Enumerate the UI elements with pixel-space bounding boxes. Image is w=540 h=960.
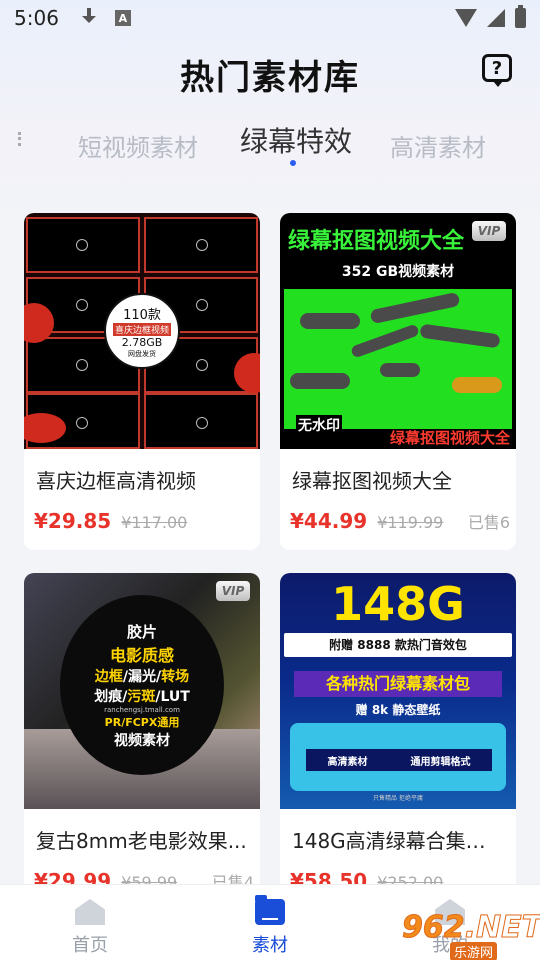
play-icon (196, 417, 208, 429)
signal-icon (487, 9, 505, 27)
product-thumbnail: 110款 喜庆边框视频 2.78GB 网盘发货 (24, 213, 260, 449)
thumb-footer: 绿幕抠图视频大全 (389, 429, 510, 447)
play-icon (196, 299, 208, 311)
card-title: 148G高清绿幕合集素... (292, 829, 504, 853)
thumb-footer: 只售精品 拒绝平庸 (373, 795, 423, 802)
product-thumbnail: 148G 附赠 8888 款热门音效包 各种热门绿幕素材包 赠 8k 静态壁纸 … (280, 573, 516, 809)
thumb-text: 各种热门绿幕素材包 (294, 671, 502, 697)
home-icon (75, 899, 105, 925)
nav-item-material[interactable]: 素材 (210, 885, 330, 960)
app-notification-icon: A (114, 10, 131, 26)
nav-label: 首页 (72, 935, 108, 956)
thumb-text: 电影质感 (109, 645, 174, 665)
price-row: ¥44.99 ¥119.99 已售6 (290, 509, 510, 533)
price: ¥44.99 (290, 509, 368, 533)
battery-icon (515, 5, 526, 28)
no-watermark-label: 无水印 (296, 415, 342, 435)
thumb-badge: 110款 喜庆边框视频 2.78GB 网盘发货 (104, 293, 180, 369)
thumb-text: 视频素材 (114, 732, 170, 749)
active-tab-indicator (290, 160, 296, 166)
thumb-badge: 胶片 电影质感 边框/漏光/转场 划痕/污斑/LUT ranchengsj.tm… (60, 595, 224, 775)
product-card[interactable]: 148G 附赠 8888 款热门音效包 各种热门绿幕素材包 赠 8k 静态壁纸 … (280, 573, 516, 910)
help-icon[interactable]: ? (482, 54, 512, 87)
tab-green-screen[interactable]: 绿幕特效 (240, 120, 352, 160)
play-icon (76, 299, 88, 311)
tab-hd-material[interactable]: 高清素材 (390, 128, 486, 163)
thumb-subtitle: 352 GB视频素材 (341, 264, 455, 280)
tab-short-video[interactable]: 短视频素材 (78, 128, 198, 163)
nav-label: 素材 (252, 935, 288, 956)
thumb-text: 边框/漏光/转场 (94, 668, 190, 685)
watermark-subtext: 乐游网 (450, 942, 498, 960)
thumb-text: 网盘发货 (128, 349, 156, 358)
product-thumbnail: 绿幕抠图视频大全 VIP 352 GB视频素材 无水印 绿幕抠图视频大全 (280, 213, 516, 449)
folder-icon (255, 895, 285, 925)
thumb-text: 赠 8k 静态壁纸 (355, 703, 441, 717)
card-title: 绿幕抠图视频大全 (292, 469, 452, 493)
thumb-text: 划痕/污斑/LUT (94, 688, 190, 705)
status-icons (455, 5, 526, 28)
more-tabs-indicator (18, 132, 21, 146)
status-time: 5:06 (14, 6, 59, 30)
page-title: 热门素材库 (180, 58, 360, 98)
nav-item-home[interactable]: 首页 (30, 885, 150, 960)
watermark-text: .NET (464, 910, 540, 946)
download-icon (81, 8, 97, 28)
category-tabs: 短视频素材 绿幕特效 高清素材 (0, 112, 540, 172)
site-watermark: 962.NET 乐游网 (402, 910, 540, 960)
thumb-text: 110款 (123, 307, 161, 323)
price: ¥29.85 (34, 509, 112, 533)
play-icon (76, 417, 88, 429)
thumb-text: 喜庆边框视频 (112, 322, 171, 336)
wifi-icon (455, 9, 477, 27)
play-icon (196, 359, 208, 371)
product-card[interactable]: VIP 胶片 电影质感 边框/漏光/转场 划痕/污斑/LUT ranchengs… (24, 573, 260, 910)
sold-count: 已售6 (467, 513, 510, 532)
product-thumbnail: VIP 胶片 电影质感 边框/漏光/转场 划痕/污斑/LUT ranchengs… (24, 573, 260, 809)
thumb-headline: 148G (331, 577, 465, 631)
play-icon (76, 359, 88, 371)
thumb-text: 2.78GB (121, 335, 163, 349)
play-icon (196, 239, 208, 251)
play-icon (76, 239, 88, 251)
card-title: 复古8mm老电影效果... (36, 829, 247, 853)
thumb-text: PR/FCPX通用 (104, 715, 180, 729)
card-title: 喜庆边框高清视频 (36, 469, 196, 493)
product-card[interactable]: 110款 喜庆边框视频 2.78GB 网盘发货 喜庆边框高清视频 ¥29.85 … (24, 213, 260, 550)
header: 热门素材库 ? (0, 46, 540, 98)
thumb-tags: 高清素材 通用剪辑格式 (306, 749, 492, 771)
thumb-headline: 绿幕抠图视频大全 (288, 229, 465, 254)
thumb-text: 附赠 8888 款热门音效包 (284, 633, 512, 657)
original-price: ¥117.00 (121, 513, 188, 532)
watermark-text: 962 (402, 910, 466, 946)
price-row: ¥29.85 ¥117.00 (34, 509, 254, 533)
vip-badge: VIP (472, 221, 506, 241)
thumb-text: 胶片 (126, 622, 157, 641)
status-bar: 5:06 A (0, 0, 540, 36)
product-card[interactable]: 绿幕抠图视频大全 VIP 352 GB视频素材 无水印 绿幕抠图视频大全 绿幕抠… (280, 213, 516, 550)
vip-badge: VIP (216, 581, 250, 601)
original-price: ¥119.99 (377, 513, 444, 532)
thumb-text: ranchengsj.tmall.com (104, 705, 180, 714)
